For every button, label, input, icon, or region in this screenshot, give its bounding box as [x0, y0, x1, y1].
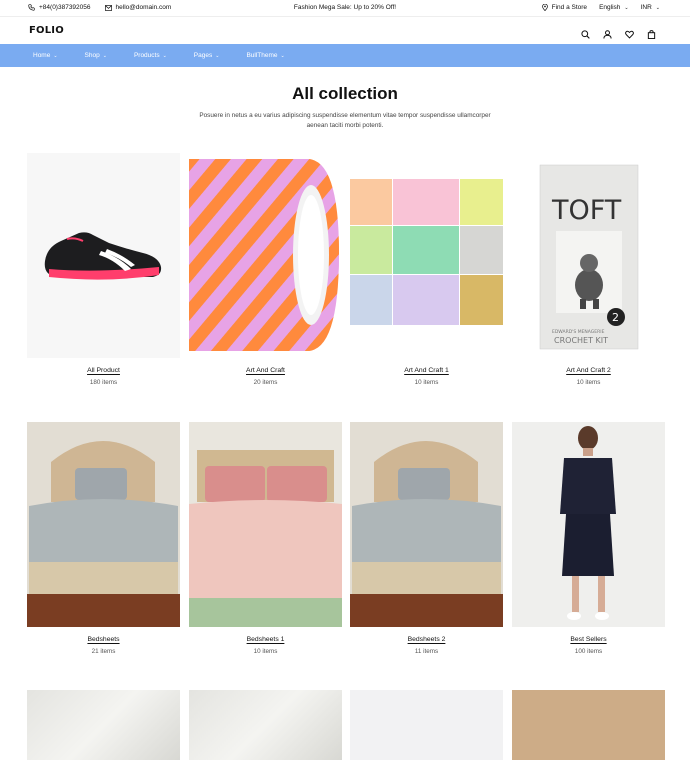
- collection-image-row3-2[interactable]: [189, 690, 342, 760]
- collection-name[interactable]: Art And Craft: [189, 367, 342, 374]
- chevron-down-icon: ⌄: [53, 52, 58, 59]
- chevron-down-icon: ⌄: [655, 4, 660, 11]
- language-selector[interactable]: English ⌄: [599, 4, 629, 11]
- currency-value: INR: [640, 4, 652, 11]
- chevron-down-icon: ⌄: [102, 52, 107, 59]
- collection-card[interactable]: Art And Craft 20 items: [189, 153, 342, 386]
- nav-label: Shop: [84, 52, 100, 59]
- location-pin-icon: [541, 4, 548, 11]
- collection-image-sneaker[interactable]: [27, 153, 180, 358]
- collection-name-text: Bedsheets 1: [246, 636, 285, 643]
- collection-card[interactable]: Bedsheets 21 items: [27, 422, 180, 655]
- collection-card[interactable]: Bedsheets 1 10 items: [189, 422, 342, 655]
- collection-name[interactable]: Bedsheets: [27, 636, 180, 643]
- collection-card[interactable]: [189, 690, 342, 760]
- collection-count: 21 items: [91, 648, 116, 655]
- nav-item-shop[interactable]: Shop ⌄: [85, 52, 107, 59]
- collection-name[interactable]: Best Sellers: [512, 636, 665, 643]
- collection-image-paper-rolls[interactable]: [350, 153, 503, 358]
- account-icon[interactable]: [603, 26, 612, 44]
- nav-label: BullTheme: [246, 52, 278, 59]
- collection-image-row3-4[interactable]: [512, 690, 665, 760]
- collection-card[interactable]: [512, 690, 665, 760]
- collection-name-text: Art And Craft 2: [566, 367, 611, 374]
- collection-image-bedsheet-grey[interactable]: [27, 422, 180, 627]
- collection-image-bedsheet-grey-2[interactable]: [350, 422, 503, 627]
- kit-brand-text: TOFT: [551, 195, 622, 226]
- collection-name-text: All Product: [87, 367, 120, 374]
- top-utility-bar: +84(0)387392056 hello@domain.com Fashion…: [0, 0, 690, 16]
- collection-count: 100 items: [574, 648, 603, 655]
- collection-count: 10 items: [414, 379, 439, 386]
- find-store-label: Find a Store: [551, 4, 588, 11]
- nav-item-pages[interactable]: Pages ⌄: [194, 52, 220, 59]
- collection-name[interactable]: Bedsheets 1: [189, 636, 342, 643]
- collection-card[interactable]: Art And Craft 1 10 items: [350, 153, 503, 386]
- collection-card[interactable]: [350, 690, 503, 760]
- kit-subtitle-text: CROCHET KIT: [554, 336, 608, 345]
- site-logo[interactable]: FOLIO: [29, 25, 64, 36]
- collection-name-text: Art And Craft 1: [404, 367, 449, 374]
- page-title: All collection: [292, 84, 398, 103]
- nav-label: Products: [133, 52, 160, 59]
- collection-card[interactable]: Bedsheets 2 11 items: [350, 422, 503, 655]
- page-description: Posuere in netus a eu varius adipiscing …: [199, 112, 491, 129]
- cart-bag-icon[interactable]: [647, 26, 656, 44]
- collection-image-tape[interactable]: [189, 153, 342, 358]
- collection-name-text: Art And Craft: [246, 367, 285, 374]
- kit-number-text: 2: [612, 311, 619, 324]
- nav-item-products[interactable]: Products ⌄: [134, 52, 167, 59]
- collection-name-text: Bedsheets 2: [407, 636, 446, 643]
- collection-name[interactable]: Art And Craft 2: [512, 367, 665, 374]
- chevron-down-icon: ⌄: [624, 4, 629, 11]
- find-store-link[interactable]: Find a Store: [541, 4, 588, 11]
- chevron-down-icon: ⌄: [162, 52, 167, 59]
- collection-name[interactable]: Art And Craft 1: [350, 367, 503, 374]
- main-navigation: Home ⌄ Shop ⌄ Products ⌄ Pages ⌄ BullTheme ⌄: [0, 44, 690, 67]
- wishlist-heart-icon[interactable]: [625, 26, 634, 44]
- chevron-down-icon: ⌄: [280, 52, 285, 59]
- collection-image-row3-1[interactable]: [27, 690, 180, 760]
- nav-label: Pages: [193, 52, 213, 59]
- currency-selector[interactable]: INR ⌄: [641, 4, 660, 11]
- collection-image-row3-3[interactable]: [350, 690, 503, 760]
- chevron-down-icon: ⌄: [215, 52, 220, 59]
- collection-card[interactable]: [27, 690, 180, 760]
- collection-card[interactable]: Best Sellers 100 items: [512, 422, 665, 655]
- collection-count: 10 items: [576, 379, 601, 386]
- site-header: FOLIO: [0, 16, 690, 44]
- nav-item-bulltheme[interactable]: BullTheme ⌄: [246, 52, 284, 59]
- nav-label: Home: [33, 52, 51, 59]
- language-value: English: [599, 4, 621, 11]
- collection-name-text: Best Sellers: [570, 636, 607, 643]
- collection-name[interactable]: All Product: [27, 367, 180, 374]
- collection-card[interactable]: All Product 180 items: [27, 153, 180, 386]
- collection-card[interactable]: TOFT 2 EDWARD'S MENAGERIE CROCHET KIT Ar…: [512, 153, 665, 386]
- collection-image-crochet-kit[interactable]: TOFT 2 EDWARD'S MENAGERIE CROCHET KIT: [512, 153, 665, 358]
- kit-caption-text: EDWARD'S MENAGERIE: [552, 329, 605, 335]
- collection-count: 11 items: [414, 648, 439, 655]
- collection-image-model[interactable]: [512, 422, 665, 627]
- collection-count: 180 items: [89, 379, 118, 386]
- collection-count: 10 items: [253, 648, 278, 655]
- collection-name-text: Bedsheets: [87, 636, 120, 643]
- nav-item-home[interactable]: Home ⌄: [33, 52, 58, 59]
- collection-count: 20 items: [253, 379, 278, 386]
- search-icon[interactable]: [581, 26, 590, 44]
- collection-name[interactable]: Bedsheets 2: [350, 636, 503, 643]
- collection-image-bedsheet-pink[interactable]: [189, 422, 342, 627]
